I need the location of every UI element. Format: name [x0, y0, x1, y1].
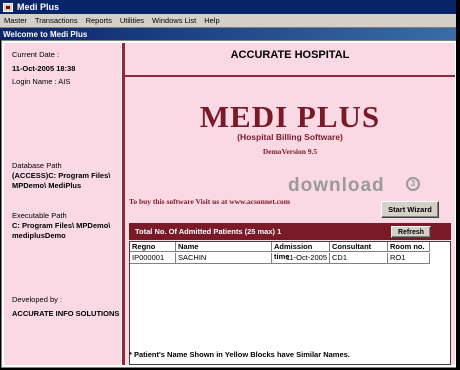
current-date-value: 11-Oct-2005 18:38 — [12, 64, 76, 73]
table-cell-room-no[interactable]: RO1 — [388, 253, 430, 264]
app-icon — [3, 2, 13, 12]
login-name-label: Login Name : AIS — [12, 77, 71, 86]
product-subtitle: (Hospital Billing Software) — [237, 132, 343, 142]
database-path-label: Database Path — [12, 161, 62, 170]
column-header-name[interactable]: Name — [176, 242, 272, 252]
menu-windows-list[interactable]: Windows List — [148, 16, 200, 25]
table-cell-regno[interactable]: IP000001 — [130, 253, 176, 264]
purchase-info: To buy this software Visit us at www.acs… — [129, 197, 291, 206]
watermark-text: download — [288, 175, 385, 196]
menu-transactions[interactable]: Transactions — [31, 16, 82, 25]
refresh-button[interactable]: Refresh — [391, 226, 431, 238]
admitted-patients-count: Total No. Of Admitted Patients (25 max) … — [135, 227, 282, 236]
welcome-window: Current Date : 11-Oct-2005 18:38 Login N… — [1, 40, 458, 368]
table-cell-name[interactable]: SACHIN — [176, 253, 272, 264]
current-date-label: Current Date : — [12, 50, 60, 59]
database-path-line-2: MPDemo\ MediPlus — [12, 181, 82, 190]
database-path-line-1: (ACCESS)C: Program Files\ — [12, 171, 111, 180]
watermark-logo-icon: 3 — [406, 177, 420, 191]
table-cell-consultant[interactable]: CD1 — [330, 253, 388, 264]
developed-by-label: Developed by : — [12, 295, 63, 304]
hospital-name: ACCURATE HOSPITAL — [230, 49, 350, 61]
patients-table[interactable]: Regno Name Admission time Consultant Roo… — [129, 241, 451, 365]
product-name: MEDI PLUS — [199, 99, 381, 134]
column-header-admission-time[interactable]: Admission time — [272, 242, 330, 261]
main-panel: ACCURATE HOSPITAL MEDI PLUS (Hospital Bi… — [125, 43, 455, 365]
child-window-title: Welcome to Medi Plus — [3, 29, 88, 39]
start-wizard-button[interactable]: Start Wizard — [381, 201, 439, 218]
column-header-regno[interactable]: Regno — [130, 242, 176, 252]
developer-name: ACCURATE INFO SOLUTIONS — [12, 309, 120, 318]
executable-path-line-2: mediplusDemo — [12, 231, 66, 240]
column-header-consultant[interactable]: Consultant — [330, 242, 388, 252]
app-title-bar: Medi Plus — [0, 0, 460, 14]
table-cell-admission-time[interactable]: 11-Oct-2005 — [272, 253, 330, 264]
app-title: Medi Plus — [17, 2, 60, 12]
executable-path-label: Executable Path — [12, 211, 67, 220]
executable-path-line-1: C: Program Files\ MPDemo\ — [12, 221, 111, 230]
menu-reports[interactable]: Reports — [82, 16, 116, 25]
menu-master[interactable]: Master — [0, 16, 31, 25]
header-divider — [125, 75, 455, 77]
version-label: DemoVersion 9.5 — [262, 147, 318, 156]
column-header-room-no[interactable]: Room no. — [388, 242, 430, 252]
info-panel: Current Date : 11-Oct-2005 18:38 Login N… — [4, 43, 121, 365]
child-window-title-bar: Welcome to Medi Plus — [0, 28, 460, 40]
screen-edge — [456, 0, 460, 370]
menu-help[interactable]: Help — [200, 16, 223, 25]
yellow-block-note: * Patient's Name Shown in Yellow Blocks … — [129, 350, 350, 359]
menu-utilities[interactable]: Utilities — [116, 16, 148, 25]
menu-bar: Master Transactions Reports Utilities Wi… — [0, 14, 460, 28]
